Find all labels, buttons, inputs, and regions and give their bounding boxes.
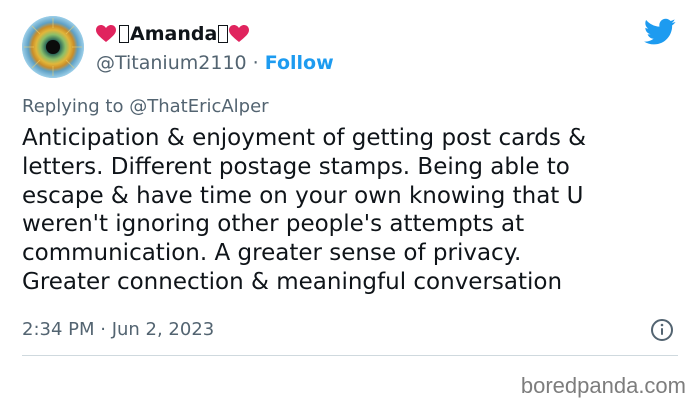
divider — [22, 355, 678, 356]
twitter-bird-icon[interactable] — [644, 18, 676, 46]
red-heart-icon — [229, 25, 250, 43]
red-heart-icon — [96, 25, 116, 43]
tweet-text: Anticipation & enjoyment of getting post… — [22, 125, 587, 295]
replying-to-prefix: Replying to — [22, 96, 130, 117]
separator: · — [246, 52, 265, 74]
info-icon[interactable] — [650, 318, 674, 342]
replying-to-handle[interactable]: @ThatEricAlper — [129, 96, 268, 117]
tweet-card: Amanda @Titanium2110 · Follow Replying t… — [0, 0, 700, 410]
tweet-header: Amanda @Titanium2110 · Follow — [22, 16, 682, 80]
replying-to: Replying to @ThatEricAlper — [22, 95, 269, 119]
watermark: boredpanda.com — [520, 373, 686, 398]
missing-glyph-icon — [218, 25, 229, 43]
display-name[interactable]: Amanda — [96, 22, 334, 46]
handle-row: @Titanium2110 · Follow — [96, 51, 334, 75]
tweet-timestamp[interactable]: 2:34 PM · Jun 2, 2023 — [22, 318, 214, 342]
missing-glyph-icon — [119, 25, 129, 43]
user-handle[interactable]: @Titanium2110 — [96, 52, 247, 74]
display-name-text: Amanda — [130, 23, 218, 45]
avatar[interactable] — [22, 16, 84, 78]
user-info: Amanda @Titanium2110 · Follow — [96, 22, 334, 75]
follow-button[interactable]: Follow — [265, 52, 334, 74]
